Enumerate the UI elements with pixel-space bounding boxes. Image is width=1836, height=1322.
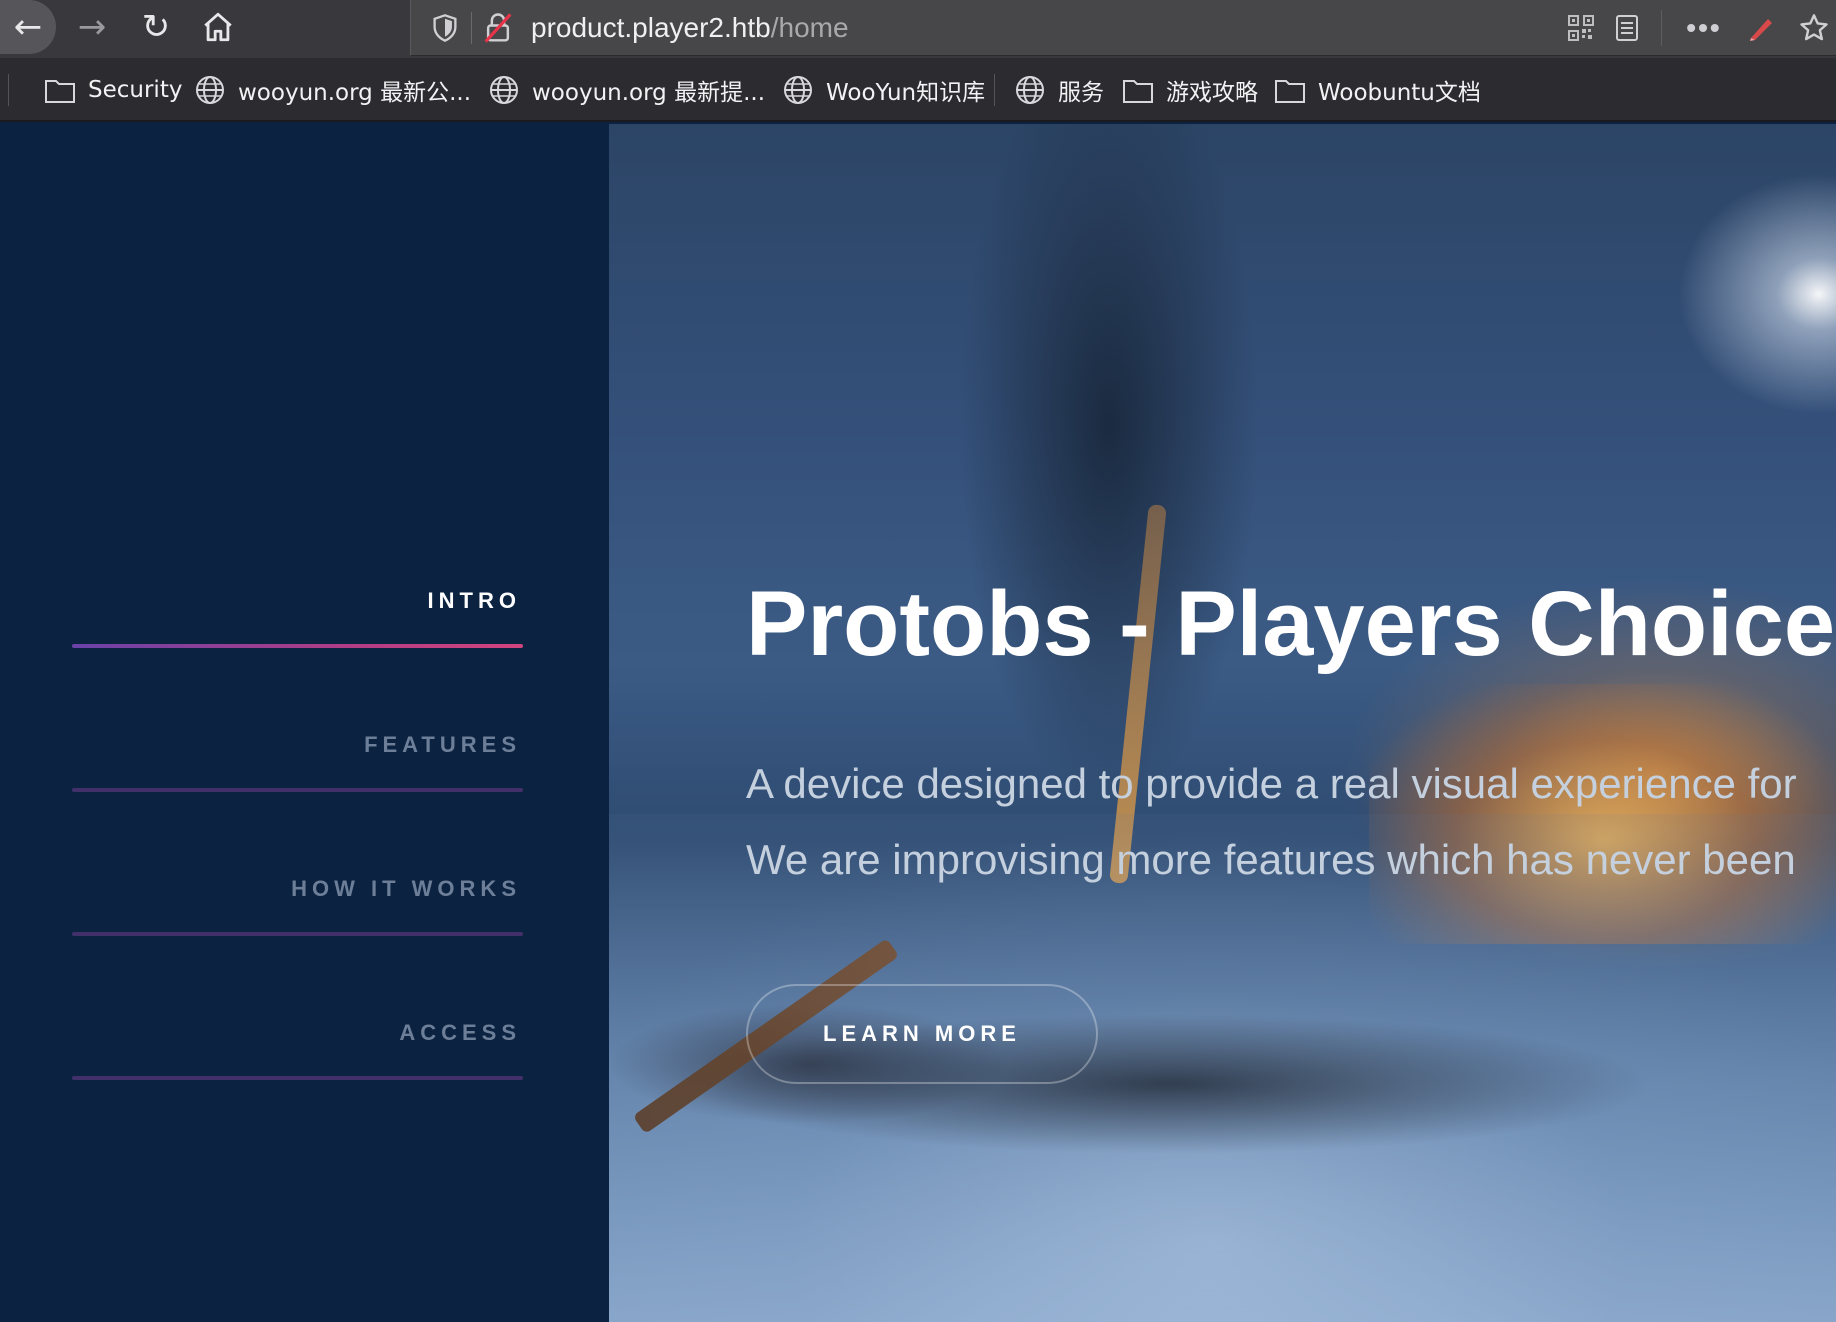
bookmarks-bar: Security wooyun.org 最新公... wooyun.org 最新… — [0, 58, 1836, 122]
browser-toolbar: ← → ↻ product.player2.htb/home ••• — [0, 0, 1836, 58]
sidebar-item-label: FEATURES — [364, 732, 521, 757]
forward-button[interactable]: → — [64, 0, 120, 54]
bookmarks-separator — [994, 74, 995, 106]
folder-icon — [45, 80, 75, 103]
bookmark-label: WooYun知识库 — [826, 80, 986, 106]
bookmark-services[interactable]: 服务 — [1014, 72, 1104, 108]
home-icon — [204, 12, 232, 42]
bookmark-wooyun-1[interactable]: wooyun.org 最新公... — [194, 72, 471, 108]
arrow-right-icon: → — [77, 7, 107, 47]
globe-icon — [784, 76, 812, 104]
sidebar-item-underline — [72, 932, 523, 936]
sidebar-item-label: ACCESS — [399, 1020, 521, 1045]
hero-section: Protobs - Players Choice A device design… — [609, 124, 1836, 1322]
sidebar-item-access[interactable]: ACCESS — [72, 1020, 523, 1080]
folder-icon — [1123, 80, 1153, 103]
bookmark-label: 游戏攻略 — [1166, 80, 1258, 106]
bookmark-label: wooyun.org 最新提... — [532, 80, 765, 106]
hero-subtitle-line-2: We are improvising more features which h… — [746, 836, 1796, 883]
arrow-left-icon: ← — [13, 7, 43, 47]
qr-code-icon[interactable] — [1561, 8, 1601, 48]
bookmark-label: Security — [88, 77, 183, 103]
url-separator-2 — [1661, 10, 1662, 46]
sidebar-nav: INTRO FEATURES HOW IT WORKS ACCESS — [0, 124, 609, 1322]
sidebar-item-underline — [72, 1076, 523, 1080]
back-button[interactable]: ← — [0, 0, 56, 54]
learn-more-button[interactable]: LEARN MORE — [746, 984, 1098, 1084]
insecure-lock-icon[interactable] — [483, 12, 513, 44]
sidebar-item-underline — [72, 644, 523, 648]
bookmark-wooyun-kb[interactable]: WooYun知识库 — [782, 72, 985, 108]
more-actions-icon[interactable]: ••• — [1679, 8, 1729, 48]
bookmark-label: 服务 — [1058, 80, 1104, 106]
sidebar-item-how-it-works[interactable]: HOW IT WORKS — [72, 876, 523, 936]
url-path: /home — [770, 12, 849, 43]
hero-title: Protobs - Players Choice — [746, 573, 1835, 675]
bookmark-woobuntu-docs[interactable]: Woobuntu文档 — [1274, 72, 1481, 108]
bookmark-star-icon[interactable] — [1791, 8, 1836, 48]
reload-icon: ↻ — [141, 7, 171, 47]
bookmark-game-guides[interactable]: 游戏攻略 — [1122, 72, 1258, 108]
sidebar-item-label: HOW IT WORKS — [291, 876, 521, 901]
bookmarks-separator — [8, 74, 9, 106]
sidebar-item-intro[interactable]: INTRO — [72, 588, 523, 648]
url-separator — [471, 12, 472, 44]
url-host: product.player2.htb — [531, 12, 771, 43]
hero-subtitle-line-1: A device designed to provide a real visu… — [746, 760, 1797, 807]
url-text[interactable]: product.player2.htb/home — [531, 12, 849, 44]
pen-icon[interactable] — [1741, 8, 1781, 48]
home-button[interactable] — [190, 0, 246, 54]
globe-icon — [1016, 76, 1044, 104]
sidebar-item-label: INTRO — [427, 588, 521, 613]
shield-icon[interactable] — [431, 13, 459, 43]
sidebar-item-underline — [72, 788, 523, 792]
globe-icon — [490, 76, 518, 104]
bookmark-label: Woobuntu文档 — [1318, 80, 1481, 106]
sidebar-item-features[interactable]: FEATURES — [72, 732, 523, 792]
web-page: INTRO FEATURES HOW IT WORKS ACCESS Proto… — [0, 124, 1836, 1322]
folder-icon — [1275, 80, 1305, 103]
bookmark-wooyun-2[interactable]: wooyun.org 最新提... — [488, 72, 765, 108]
bookmark-security[interactable]: Security — [44, 72, 182, 108]
reader-view-icon[interactable] — [1607, 8, 1647, 48]
url-bar[interactable]: product.player2.htb/home ••• — [410, 0, 1836, 56]
bookmark-label: wooyun.org 最新公... — [238, 80, 471, 106]
reload-button[interactable]: ↻ — [128, 0, 184, 54]
globe-icon — [196, 76, 224, 104]
